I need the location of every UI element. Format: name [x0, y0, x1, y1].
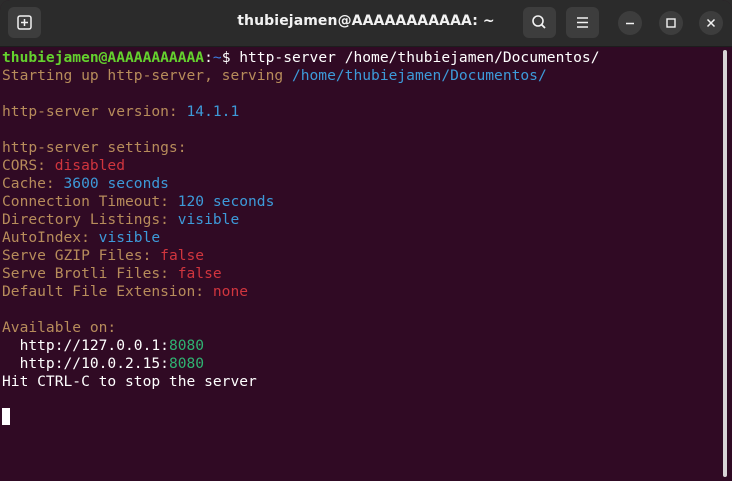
maximize-button[interactable] — [659, 11, 683, 35]
setting-connection-timeout: Connection Timeout: 120 seconds — [2, 193, 274, 211]
setting-directory-listings: Directory Listings: visible — [2, 211, 239, 229]
title-bar[interactable]: thubiejamen@AAAAAAAAAAA: ~ — [0, 0, 732, 47]
version-label: http-server version: — [2, 103, 187, 120]
search-button[interactable] — [523, 7, 556, 38]
terminal-window: thubiejamen@AAAAAAAAAAA: ~ thubiejamen@A… — [0, 0, 732, 481]
setting-cache: Cache: 3600 seconds — [2, 175, 169, 193]
version-line: http-server version: 14.1.1 — [2, 103, 239, 121]
startup-prefix: Starting up http-server, serving — [2, 67, 292, 84]
setting-serve-gzip: Serve GZIP Files: false — [2, 247, 204, 265]
setting-value: none — [212, 283, 249, 300]
text-cursor — [2, 408, 10, 425]
setting-label: Connection Timeout: — [2, 193, 178, 210]
minimize-button[interactable] — [618, 11, 642, 35]
setting-value: false — [160, 247, 205, 264]
setting-value: 120 seconds — [177, 193, 275, 210]
startup-line: Starting up http-server, serving /home/t… — [2, 67, 547, 85]
maximize-icon — [666, 18, 676, 28]
terminal-output[interactable]: thubiejamen@AAAAAAAAAAA:~$ http-server /… — [0, 47, 722, 481]
setting-value: 3600 seconds — [63, 175, 169, 192]
prompt-symbol: $ — [221, 49, 240, 66]
menu-button[interactable] — [566, 7, 599, 38]
prompt-command: http-server /home/thubiejamen/Documentos… — [239, 49, 600, 66]
setting-label: Cache: — [2, 175, 64, 192]
address-port: 8080 — [168, 355, 205, 372]
setting-value: visible — [177, 211, 240, 228]
settings-header: http-server settings: — [2, 139, 187, 156]
setting-label: Serve Brotli Files: — [2, 265, 178, 282]
setting-label: CORS: — [2, 157, 55, 174]
setting-cors: CORS: disabled — [2, 157, 125, 175]
address-host: http://127.0.0.1: — [2, 337, 169, 354]
setting-label: Default File Extension: — [2, 283, 213, 300]
address-line: http://10.0.2.15:8080 — [2, 355, 205, 373]
search-icon — [532, 15, 546, 29]
setting-default-file-extension: Default File Extension: none — [2, 283, 248, 301]
setting-value: false — [177, 265, 222, 282]
address-port: 8080 — [168, 337, 205, 354]
prompt-separator: : — [204, 49, 213, 66]
setting-autoindex: AutoIndex: visible — [2, 229, 160, 247]
setting-label: Directory Listings: — [2, 211, 178, 228]
close-button[interactable] — [699, 11, 723, 35]
setting-label: AutoIndex: — [2, 229, 99, 246]
startup-path: /home/thubiejamen/Documentos/ — [291, 67, 547, 84]
setting-value: disabled — [54, 157, 126, 174]
version-value: 14.1.1 — [186, 103, 240, 120]
close-icon — [706, 18, 716, 28]
stop-hint: Hit CTRL-C to stop the server — [2, 373, 257, 390]
hamburger-menu-icon — [577, 17, 588, 28]
minimize-icon — [626, 22, 634, 25]
prompt-user-host: thubiejamen@AAAAAAAAAAA — [2, 49, 205, 66]
setting-serve-brotli: Serve Brotli Files: false — [2, 265, 222, 283]
setting-label: Serve GZIP Files: — [2, 247, 161, 264]
prompt-path: ~ — [212, 49, 222, 66]
prompt-line: thubiejamen@AAAAAAAAAAA:~$ http-server /… — [2, 49, 600, 67]
address-line: http://127.0.0.1:8080 — [2, 337, 205, 355]
scrollbar[interactable] — [723, 50, 727, 477]
address-host: http://10.0.2.15: — [2, 355, 169, 372]
available-header: Available on: — [2, 319, 117, 336]
setting-value: visible — [98, 229, 161, 246]
